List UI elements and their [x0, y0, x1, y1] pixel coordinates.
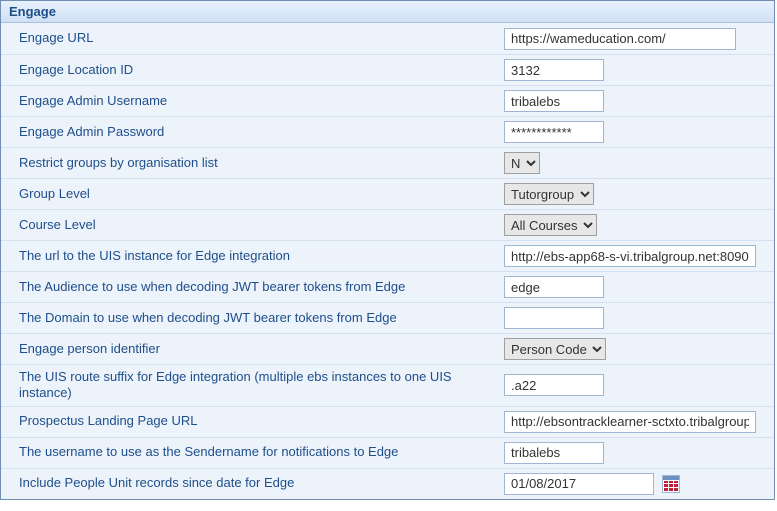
panel-title: Engage	[1, 1, 774, 23]
input-people-unit-date[interactable]	[504, 473, 654, 495]
label-sender-username: The username to use as the Sendername fo…	[19, 444, 504, 460]
input-jwt-audience[interactable]	[504, 276, 604, 298]
row-person-identifier: Engage person identifier Person Code	[1, 333, 774, 364]
label-uis-suffix: The UIS route suffix for Edge integratio…	[19, 369, 504, 402]
label-prospectus-url: Prospectus Landing Page URL	[19, 413, 504, 429]
row-jwt-domain: The Domain to use when decoding JWT bear…	[1, 302, 774, 333]
input-jwt-domain[interactable]	[504, 307, 604, 329]
label-location-id: Engage Location ID	[19, 62, 504, 78]
input-uis-url[interactable]	[504, 245, 756, 267]
input-admin-username[interactable]	[504, 90, 604, 112]
label-uis-url: The url to the UIS instance for Edge int…	[19, 248, 504, 264]
row-admin-username: Engage Admin Username	[1, 85, 774, 116]
row-course-level: Course Level All Courses	[1, 209, 774, 240]
row-group-level: Group Level Tutorgroup	[1, 178, 774, 209]
row-sender-username: The username to use as the Sendername fo…	[1, 437, 774, 468]
label-restrict-groups: Restrict groups by organisation list	[19, 155, 504, 171]
calendar-icon[interactable]	[662, 475, 680, 493]
select-group-level[interactable]: Tutorgroup	[504, 183, 594, 205]
input-engage-url[interactable]	[504, 28, 736, 50]
row-engage-url: Engage URL	[1, 23, 774, 54]
select-restrict-groups[interactable]: N	[504, 152, 540, 174]
label-course-level: Course Level	[19, 217, 504, 233]
label-admin-password: Engage Admin Password	[19, 124, 504, 140]
row-uis-url: The url to the UIS instance for Edge int…	[1, 240, 774, 271]
select-course-level[interactable]: All Courses	[504, 214, 597, 236]
label-person-identifier: Engage person identifier	[19, 341, 504, 357]
input-uis-suffix[interactable]	[504, 374, 604, 396]
label-engage-url: Engage URL	[19, 30, 504, 46]
label-group-level: Group Level	[19, 186, 504, 202]
panel-body: Engage URL Engage Location ID Engage Adm…	[1, 23, 774, 499]
label-people-unit-date: Include People Unit records since date f…	[19, 475, 504, 491]
row-restrict-groups: Restrict groups by organisation list N	[1, 147, 774, 178]
select-person-identifier[interactable]: Person Code	[504, 338, 606, 360]
input-admin-password[interactable]	[504, 121, 604, 143]
row-jwt-audience: The Audience to use when decoding JWT be…	[1, 271, 774, 302]
engage-settings-panel: Engage Engage URL Engage Location ID Eng…	[0, 0, 775, 500]
input-sender-username[interactable]	[504, 442, 604, 464]
input-prospectus-url[interactable]	[504, 411, 756, 433]
row-location-id: Engage Location ID	[1, 54, 774, 85]
row-people-unit-date: Include People Unit records since date f…	[1, 468, 774, 499]
label-admin-username: Engage Admin Username	[19, 93, 504, 109]
row-uis-suffix: The UIS route suffix for Edge integratio…	[1, 364, 774, 406]
label-jwt-domain: The Domain to use when decoding JWT bear…	[19, 310, 504, 326]
input-location-id[interactable]	[504, 59, 604, 81]
row-admin-password: Engage Admin Password	[1, 116, 774, 147]
label-jwt-audience: The Audience to use when decoding JWT be…	[19, 279, 504, 295]
row-prospectus-url: Prospectus Landing Page URL	[1, 406, 774, 437]
